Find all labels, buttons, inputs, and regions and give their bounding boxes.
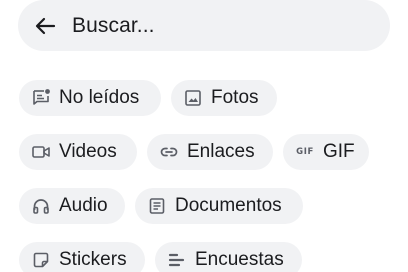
filter-label: GIF: [323, 141, 355, 162]
filter-label: Encuestas: [195, 249, 284, 270]
back-arrow-icon[interactable]: [34, 15, 56, 37]
filter-label: No leídos: [59, 87, 140, 108]
link-icon: [159, 142, 179, 162]
filter-label: Fotos: [211, 87, 259, 108]
filter-label: Videos: [59, 141, 117, 162]
filter-chip-stickers[interactable]: Stickers: [19, 242, 145, 272]
document-icon: [147, 196, 167, 216]
video-icon: [31, 142, 51, 162]
filter-chip-links[interactable]: Enlaces: [147, 134, 273, 170]
filter-label: Stickers: [59, 249, 127, 270]
search-screen: Buscar... No leídos Fotos Videos Enlaces…: [0, 0, 408, 272]
filter-chip-videos[interactable]: Videos: [19, 134, 137, 170]
filter-chip-gif[interactable]: GIF GIF: [283, 134, 369, 170]
poll-icon: [167, 250, 187, 270]
filter-label: Audio: [59, 195, 108, 216]
filter-chip-polls[interactable]: Encuestas: [155, 242, 302, 272]
image-icon: [183, 88, 203, 108]
sticker-icon: [31, 250, 51, 270]
headphones-icon: [31, 196, 51, 216]
filter-chip-unread[interactable]: No leídos: [19, 80, 161, 116]
filter-label: Documentos: [175, 195, 282, 216]
filter-chip-audio[interactable]: Audio: [19, 188, 125, 224]
filter-chip-documents[interactable]: Documentos: [135, 188, 303, 224]
filter-label: Enlaces: [187, 141, 255, 162]
unread-chat-icon: [31, 88, 51, 108]
filter-chip-photos[interactable]: Fotos: [171, 80, 277, 116]
search-input[interactable]: Buscar...: [72, 11, 155, 41]
gif-icon: GIF: [296, 147, 314, 157]
